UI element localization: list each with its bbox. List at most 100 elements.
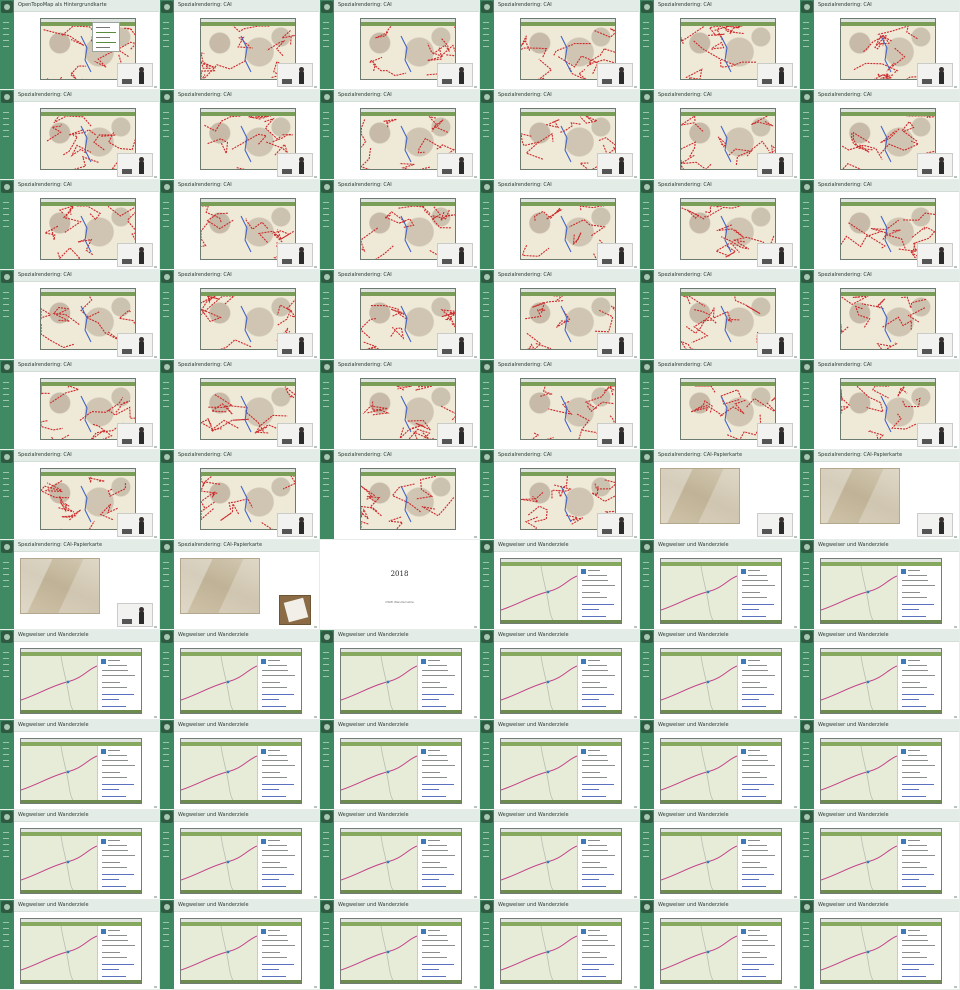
slide-thumbnail[interactable]: Spezialrendering: CAI [160,90,320,180]
slide-thumbnail[interactable]: Spezialrendering: CAI [640,0,800,90]
slide-thumbnail[interactable]: Spezialrendering: CAI [480,0,640,90]
sidebar-nav-mark [483,40,489,41]
slide-thumbnail[interactable]: Wegweiser und Wanderziele [160,900,320,990]
slide-thumbnail[interactable]: Spezialrendering: CAI [320,270,480,360]
slide-thumbnail[interactable]: Spezialrendering: CAI-Papierkarte [640,450,800,540]
lectern [122,349,132,354]
trail-route [181,656,257,713]
slide-thumbnail[interactable]: Spezialrendering: CAI [320,360,480,450]
slide-thumbnail[interactable]: Wegweiser und Wanderziele [640,900,800,990]
sidebar-nav-mark [483,742,489,743]
slide-thumbnail[interactable]: Spezialrendering: CAI-Papierkarte [0,540,160,630]
detail-text-line [422,879,439,880]
sidebar-nav-mark [163,652,169,653]
slide-thumbnail[interactable]: Spezialrendering: CAI [160,450,320,540]
slide-thumbnail[interactable]: Wegweiser und Wanderziele [480,720,640,810]
slide-thumbnail[interactable]: Wegweiser und Wanderziele [800,900,960,990]
slide-thumbnail[interactable]: Wegweiser und Wanderziele [320,900,480,990]
slide-thumbnail[interactable]: Spezialrendering: CAI [160,360,320,450]
sidebar-nav-mark [163,202,169,203]
sidebar-nav-mark [323,832,329,833]
slide-thumbnail[interactable]: Spezialrendering: CAI [640,90,800,180]
slide-thumbnail[interactable]: Spezialrendering: CAI [320,180,480,270]
page-number-marker [314,626,317,628]
slide-thumbnail[interactable]: Wegweiser und Wanderziele [160,720,320,810]
slide-thumbnail[interactable]: Spezialrendering: CAI [160,180,320,270]
page-number-marker [954,806,957,808]
slide-thumbnail[interactable]: Spezialrendering: CAI-Papierkarte [160,540,320,630]
slide-thumbnail[interactable]: Wegweiser und Wanderziele [0,900,160,990]
slide-content [334,102,479,179]
slide-thumbnail[interactable]: 2018 OSMI Wandernetze [320,540,480,630]
slide-thumbnail[interactable]: Wegweiser und Wanderziele [640,720,800,810]
sidebar-nav-mark [3,400,9,401]
slide-thumbnail[interactable]: Spezialrendering: CAI [480,450,640,540]
slide-title: Spezialrendering: CAI [498,362,552,368]
slide-thumbnail[interactable]: OpenTopoMap als Hintergrundkarte [0,0,160,90]
sidebar-nav-mark [3,472,9,473]
slide-thumbnail[interactable]: Wegweiser und Wanderziele [640,630,800,720]
slide-sidebar [0,720,14,809]
lectern [442,259,452,264]
slide-thumbnail[interactable]: Wegweiser und Wanderziele [800,540,960,630]
slide-sidebar [320,0,334,89]
slide-thumbnail[interactable]: Wegweiser und Wanderziele [0,720,160,810]
slide-thumbnail[interactable]: Spezialrendering: CAI [320,450,480,540]
detail-text-line [268,755,287,756]
sidebar-nav-mark [163,838,169,839]
slide-thumbnail[interactable]: Spezialrendering: CAI [480,360,640,450]
lectern [282,439,292,444]
slide-thumbnail[interactable]: Wegweiser und Wanderziele [800,810,960,900]
slide-thumbnail[interactable]: Wegweiser und Wanderziele [640,540,800,630]
slide-thumbnail[interactable]: Wegweiser und Wanderziele [160,630,320,720]
slide-thumbnail[interactable]: Spezialrendering: CAI [0,180,160,270]
speaker-video-inset [757,333,793,357]
slide-thumbnail[interactable]: Wegweiser und Wanderziele [640,810,800,900]
slide-content [174,462,319,539]
page-number-marker [794,266,797,268]
detail-text-line [268,845,287,846]
slide-thumbnail[interactable]: Spezialrendering: CAI [480,180,640,270]
slide-thumbnail[interactable]: Spezialrendering: CAI [640,360,800,450]
slide-thumbnail[interactable]: Spezialrendering: CAI [640,270,800,360]
slide-thumbnail[interactable]: Wegweiser und Wanderziele [480,540,640,630]
slide-thumbnail[interactable]: Wegweiser und Wanderziele [0,630,160,720]
slide-thumbnail[interactable]: Spezialrendering: CAI [800,180,960,270]
slide-thumbnail[interactable]: Spezialrendering: CAI [320,0,480,90]
slide-thumbnail[interactable]: Spezialrendering: CAI [800,360,960,450]
slide-thumbnail[interactable]: Spezialrendering: CAI [480,90,640,180]
slide-thumbnail[interactable]: Spezialrendering: CAI [0,360,160,450]
slide-thumbnail[interactable]: Wegweiser und Wanderziele [800,720,960,810]
slide-thumbnail[interactable]: Wegweiser und Wanderziele [480,900,640,990]
slide-thumbnail[interactable]: Spezialrendering: CAI-Papierkarte [800,450,960,540]
slide-thumbnail[interactable]: Spezialrendering: CAI [480,270,640,360]
slide-thumbnail[interactable]: Spezialrendering: CAI [640,180,800,270]
detail-text-line [902,682,920,683]
slide-thumbnail[interactable]: Wegweiser und Wanderziele [320,810,480,900]
slide-thumbnail[interactable]: Wegweiser und Wanderziele [480,630,640,720]
slide-thumbnail[interactable]: Spezialrendering: CAI [0,450,160,540]
detail-text-line [742,585,775,586]
slide-thumbnail[interactable]: Wegweiser und Wanderziele [320,630,480,720]
detail-text-line [742,879,759,880]
slide-thumbnail[interactable]: Spezialrendering: CAI [0,270,160,360]
slide-thumbnail[interactable]: Spezialrendering: CAI [160,0,320,90]
detail-text-line [262,784,294,785]
slide-thumbnail[interactable]: Wegweiser und Wanderziele [480,810,640,900]
slide-thumbnail[interactable]: Wegweiser und Wanderziele [0,810,160,900]
detail-text-line [908,845,927,846]
slide-thumbnail[interactable]: Wegweiser und Wanderziele [160,810,320,900]
slide-thumbnail[interactable]: Spezialrendering: CAI [0,90,160,180]
slide-thumbnail[interactable]: Spezialrendering: CAI [800,0,960,90]
slide-thumbnail[interactable]: Wegweiser und Wanderziele [800,630,960,720]
slide-content [334,282,479,359]
slide-thumbnail[interactable]: Spezialrendering: CAI [320,90,480,180]
page-number-marker [634,626,637,628]
slide-thumbnail[interactable]: Wegweiser und Wanderziele [320,720,480,810]
slide-thumbnail[interactable]: Spezialrendering: CAI [160,270,320,360]
slide-thumbnail[interactable]: Spezialrendering: CAI [800,90,960,180]
sidebar-nav-mark [483,676,489,677]
sidebar-nav-mark [643,490,649,491]
slide-thumbnail[interactable]: Spezialrendering: CAI [800,270,960,360]
detail-text-line [422,784,454,785]
